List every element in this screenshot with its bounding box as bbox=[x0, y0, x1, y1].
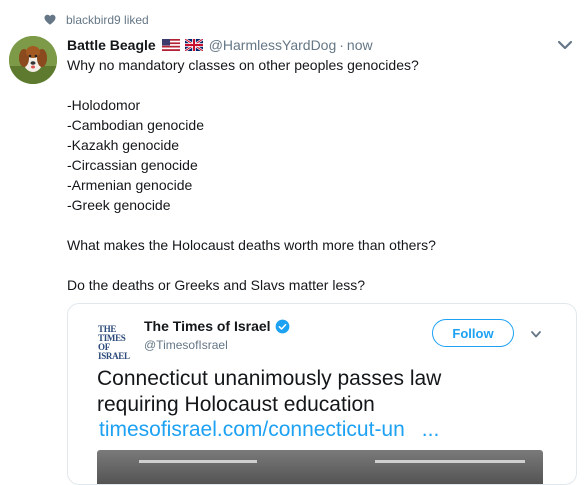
tweet-line bbox=[67, 215, 557, 235]
tweet-line: -Kazakh genocide bbox=[67, 137, 180, 153]
user-handle[interactable]: @HarmlessYardDog bbox=[209, 37, 337, 53]
tweet-line: Why no mandatory classes on other people… bbox=[67, 57, 419, 73]
heart-icon bbox=[44, 14, 56, 25]
verified-icon bbox=[275, 319, 289, 333]
article-image-preview[interactable] bbox=[97, 450, 543, 484]
tweet-line: Do the deaths or Greeks and Slavs matter… bbox=[67, 277, 366, 293]
tweet-line bbox=[67, 75, 557, 95]
embedded-headline: Connecticut unanimously passes law requi… bbox=[97, 366, 567, 418]
tweet-line bbox=[67, 255, 557, 275]
link-text[interactable]: timesofisrael.com/connecticut-un bbox=[99, 418, 405, 441]
separator-dot: · bbox=[339, 37, 344, 53]
logo-text-line: OF ISRAEL bbox=[98, 342, 130, 361]
link-ellipsis: ... bbox=[421, 418, 440, 441]
display-name[interactable]: Battle Beagle bbox=[67, 37, 156, 53]
tweet-text: Why no mandatory classes on other people… bbox=[67, 55, 557, 295]
chevron-down-icon[interactable] bbox=[530, 330, 542, 339]
avatar[interactable] bbox=[9, 36, 57, 84]
times-of-israel-logo[interactable]: THE TIMES OF ISRAEL bbox=[98, 325, 134, 361]
account-name-text: The Times of Israel bbox=[144, 318, 271, 334]
follow-button[interactable]: Follow bbox=[432, 319, 514, 347]
tweet-line: What makes the Holocaust deaths worth mo… bbox=[67, 237, 436, 253]
beagle-avatar-image bbox=[9, 36, 57, 84]
image-detail bbox=[375, 460, 525, 463]
chevron-down-icon[interactable] bbox=[556, 38, 574, 52]
tweet-header: Battle Beagle @HarmlessYardDog · now bbox=[67, 35, 373, 55]
tweet-line: -Armenian genocide bbox=[67, 177, 193, 193]
us-flag-icon bbox=[161, 39, 180, 51]
liked-by-text[interactable]: blackbird9 liked bbox=[66, 13, 149, 27]
logo-text-line: THE TIMES bbox=[98, 324, 126, 343]
article-link[interactable]: timesofisrael.com/connecticut-un... bbox=[99, 417, 439, 443]
tweet-line: -Circassian genocide bbox=[67, 157, 198, 173]
embedded-account-handle[interactable]: @TimesofIsrael bbox=[144, 338, 228, 352]
social-context: blackbird9 liked bbox=[44, 11, 149, 29]
embedded-account-name[interactable]: The Times of Israel bbox=[144, 318, 290, 334]
tweet-line: -Holodomor bbox=[67, 97, 141, 113]
uk-flag-icon bbox=[184, 39, 203, 51]
tweet-line: -Greek genocide bbox=[67, 197, 171, 213]
embedded-tweet-card[interactable]: THE TIMES OF ISRAEL The Times of Israel … bbox=[67, 303, 577, 485]
timestamp[interactable]: now bbox=[347, 37, 373, 53]
headline-line: requiring Holocaust education bbox=[97, 393, 375, 416]
image-detail bbox=[139, 460, 257, 463]
tweet-line: -Cambodian genocide bbox=[67, 117, 204, 133]
headline-line: Connecticut unanimously passes law bbox=[97, 367, 442, 390]
